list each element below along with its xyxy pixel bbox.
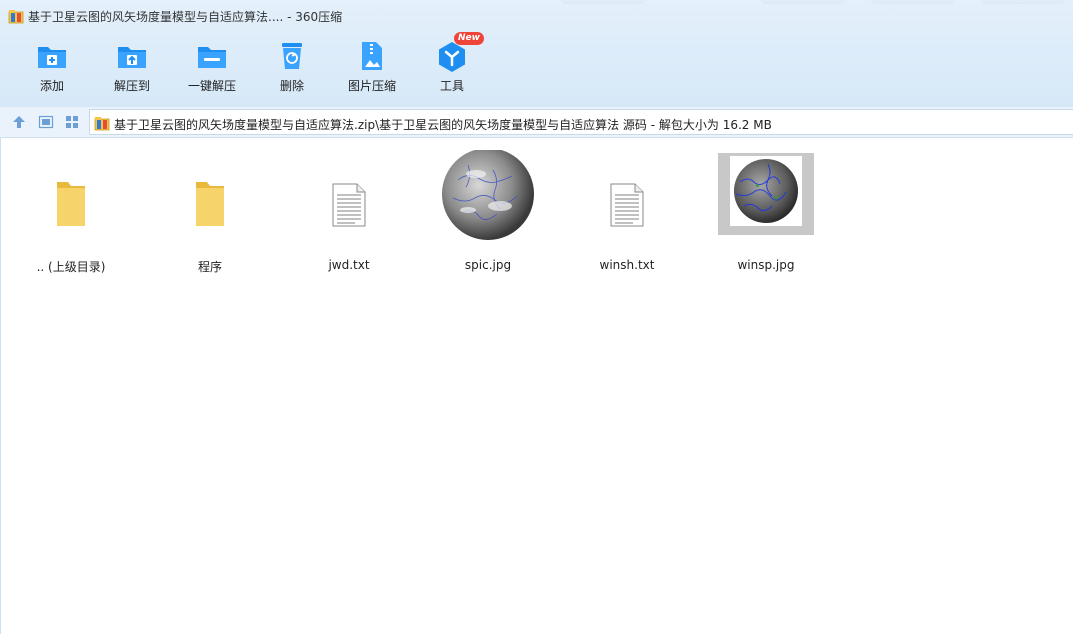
up-arrow-icon[interactable]: [11, 114, 27, 130]
file-name: jwd.txt: [328, 258, 370, 272]
titlebar-tab-decoration: [760, 0, 846, 4]
text-file-icon: [299, 150, 399, 242]
address-path: 基于卫星云图的风矢场度量模型与自适应算法.zip\基于卫星云图的风矢场度量模型与…: [114, 118, 772, 132]
add-folder-icon: [36, 40, 68, 72]
recycle-bin-icon: [276, 40, 308, 72]
file-list: .. (上级目录) 程序 jwd.txt spic.jpg winsh.txt …: [0, 138, 1073, 634]
folder-icon: [21, 150, 121, 242]
file-name: .. (上级目录): [36, 260, 106, 274]
navigation-bar: 基于卫星云图的风矢场度量模型与自适应算法.zip\基于卫星云图的风矢场度量模型与…: [0, 107, 1073, 138]
file-name: 程序: [197, 260, 222, 274]
new-badge: New: [454, 32, 484, 45]
one-click-extract-label: 一键解压: [187, 79, 236, 93]
file-item-folder[interactable]: 程序: [160, 150, 260, 274]
window-title: 基于卫星云图的风矢场度量模型与自适应算法.... - 360压缩: [28, 10, 343, 24]
one-click-extract-icon: [196, 40, 228, 72]
image-compress-button[interactable]: 图片压缩: [332, 36, 412, 100]
archive-icon: [8, 8, 24, 24]
folder-icon: [160, 150, 260, 242]
archive-icon: [94, 115, 110, 131]
address-bar[interactable]: 基于卫星云图的风矢场度量模型与自适应算法.zip\基于卫星云图的风矢场度量模型与…: [89, 109, 1073, 135]
delete-label: 删除: [279, 79, 304, 93]
titlebar-tab-decoration: [870, 0, 956, 4]
extract-to-icon: [116, 40, 148, 72]
wind-field-globe-thumbnail: [716, 150, 816, 242]
thumbnail-view-icon[interactable]: [64, 114, 80, 130]
file-item-parent-directory[interactable]: .. (上级目录): [21, 150, 121, 274]
tools-label: 工具: [439, 79, 464, 93]
file-item-image[interactable]: winsp.jpg: [716, 150, 816, 272]
delete-button[interactable]: 删除: [252, 36, 332, 100]
add-label: 添加: [39, 79, 64, 93]
file-item-text[interactable]: winsh.txt: [577, 150, 677, 272]
title-bar: 基于卫星云图的风矢场度量模型与自适应算法.... - 360压缩: [0, 0, 1073, 32]
satellite-globe-thumbnail: [438, 148, 538, 242]
extract-to-button[interactable]: 解压到: [92, 36, 172, 100]
image-compress-label: 图片压缩: [347, 79, 396, 93]
file-name: winsh.txt: [599, 258, 655, 272]
file-item-image[interactable]: spic.jpg: [438, 148, 538, 272]
extract-to-label: 解压到: [113, 79, 150, 93]
text-file-icon: [577, 150, 677, 242]
title-toolbar-area: 基于卫星云图的风矢场度量模型与自适应算法.... - 360压缩 添加 解压到 …: [0, 0, 1073, 107]
titlebar-tab-decoration: [560, 0, 646, 4]
file-name: spic.jpg: [464, 258, 512, 272]
preview-view-icon[interactable]: [38, 114, 54, 130]
file-name: winsp.jpg: [737, 258, 795, 272]
titlebar-tab-decoration: [980, 0, 1066, 4]
add-button[interactable]: 添加: [12, 36, 92, 100]
one-click-extract-button[interactable]: 一键解压: [172, 36, 252, 100]
tools-button[interactable]: New 工具: [412, 32, 492, 100]
file-item-text[interactable]: jwd.txt: [299, 150, 399, 272]
image-compress-icon: [356, 40, 388, 72]
